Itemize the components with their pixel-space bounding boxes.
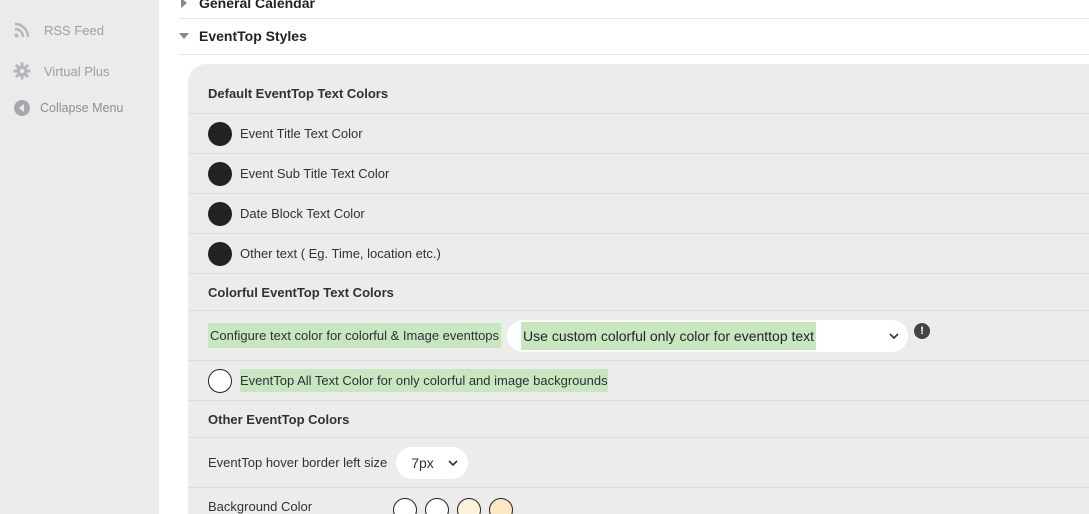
select-value: Use custom colorful only color for event…: [521, 321, 817, 350]
sidebar-collapse-menu[interactable]: Collapse Menu: [14, 100, 123, 116]
color-row-all-text: EventTop All Text Color for only colorfu…: [188, 361, 1089, 401]
rss-icon: [12, 20, 32, 40]
caret-down-icon: [179, 31, 189, 41]
collapse-arrow-icon: [14, 100, 30, 116]
divider: [179, 18, 1089, 19]
chevron-down-icon: [448, 459, 458, 466]
divider: [179, 54, 1089, 55]
background-option[interactable]: [393, 498, 417, 514]
background-color-row: Background Color: [188, 488, 1089, 514]
sidebar-item-label: Virtual Plus: [44, 63, 110, 79]
background-option[interactable]: [457, 498, 481, 514]
hover-border-label: EventTop hover border left size: [208, 455, 388, 470]
section-title: General Calendar: [199, 0, 315, 11]
hover-border-select[interactable]: 7px: [396, 446, 469, 479]
group-heading: Colorful EventTop Text Colors: [188, 274, 1089, 311]
chevron-down-icon: [889, 332, 899, 339]
select-value: 7px: [411, 454, 434, 471]
configure-select[interactable]: Use custom colorful only color for event…: [507, 319, 909, 352]
hover-border-row: EventTop hover border left size 7px: [188, 438, 1089, 488]
sidebar-item-virtual-plus[interactable]: Virtual Plus: [12, 61, 110, 81]
section-general-calendar[interactable]: General Calendar: [179, 0, 1089, 11]
sidebar-item-label: RSS Feed: [44, 22, 104, 38]
color-swatch[interactable]: [208, 121, 232, 146]
color-row-label: Event Sub Title Text Color: [240, 166, 390, 181]
section-title: EventTop Styles: [199, 28, 307, 44]
admin-sidebar: RSS Feed Virtual Plus Collapse Menu: [0, 0, 159, 514]
color-swatch[interactable]: [208, 368, 232, 393]
background-label: Background Color: [208, 499, 313, 514]
group-heading: Other EventTop Colors: [188, 401, 1089, 438]
settings-panel: Default EventTop Text Colors Event Title…: [188, 64, 1089, 514]
color-row-label: EventTop All Text Color for only colorfu…: [240, 369, 608, 392]
section-eventtop-styles[interactable]: EventTop Styles: [179, 28, 1089, 44]
color-swatch[interactable]: [208, 201, 232, 226]
sidebar-item-rss-feed[interactable]: RSS Feed: [12, 20, 104, 40]
color-row-label: Date Block Text Color: [240, 206, 365, 221]
sidebar-item-label: Collapse Menu: [40, 101, 124, 115]
caret-right-icon: [179, 0, 189, 8]
color-row-other-text: Other text ( Eg. Time, location etc.): [188, 234, 1089, 274]
gear-icon: [12, 61, 32, 81]
color-row-label: Other text ( Eg. Time, location etc.): [240, 246, 441, 261]
color-row-event-subtitle: Event Sub Title Text Color: [188, 154, 1089, 194]
background-option[interactable]: [425, 498, 449, 514]
color-row-event-title: Event Title Text Color: [188, 114, 1089, 154]
color-swatch[interactable]: [208, 161, 232, 186]
main-content: General Calendar EventTop Styles Default…: [159, 0, 1089, 514]
color-row-date-block: Date Block Text Color: [188, 194, 1089, 234]
background-option[interactable]: [489, 498, 513, 514]
color-swatch[interactable]: [208, 241, 232, 266]
info-icon[interactable]: !: [914, 322, 931, 339]
background-options: [393, 498, 513, 514]
group-heading: Default EventTop Text Colors: [188, 74, 1089, 114]
color-row-label: Event Title Text Color: [240, 126, 363, 141]
configure-label: Configure text color for colorful & Imag…: [208, 323, 502, 348]
configure-colorful-row: Configure text color for colorful & Imag…: [188, 311, 1089, 361]
